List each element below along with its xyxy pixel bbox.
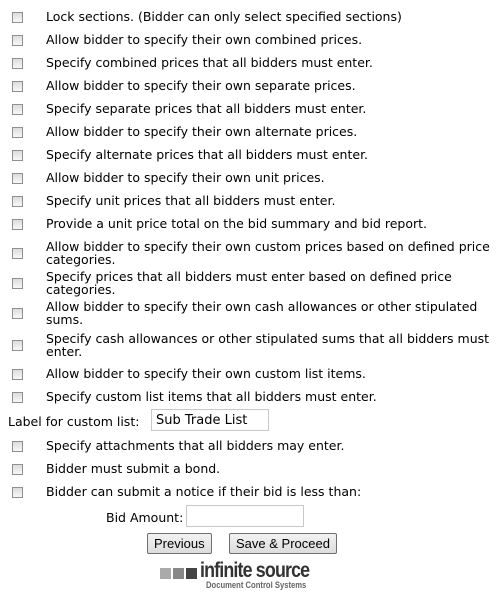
previous-button[interactable]: Previous — [147, 533, 212, 554]
option-checkbox[interactable] — [12, 340, 23, 351]
logo-tagline: Document Control Systems — [206, 580, 307, 590]
option-checkbox[interactable] — [12, 81, 23, 92]
option-label: Specify separate prices that all bidders… — [46, 101, 367, 116]
logo-square-icon — [160, 568, 171, 579]
custom-list-label: Label for custom list: — [8, 414, 140, 429]
option-label: Specify attachments that all bidders may… — [46, 438, 345, 453]
option-label: Allow bidder to specify their own custom… — [46, 239, 490, 267]
bid-amount-input[interactable] — [186, 505, 304, 527]
option-checkbox[interactable] — [12, 392, 23, 403]
option-checkbox[interactable] — [12, 35, 23, 46]
option-checkbox[interactable] — [12, 487, 23, 498]
option-label: Provide a unit price total on the bid su… — [46, 216, 428, 231]
option-checkbox[interactable] — [12, 58, 23, 69]
custom-list-input[interactable] — [151, 409, 269, 431]
option-checkbox[interactable] — [12, 127, 23, 138]
option-checkbox[interactable] — [12, 248, 23, 259]
logo-square-icon — [186, 568, 197, 579]
option-checkbox[interactable] — [12, 104, 23, 115]
option-label: Specify custom list items that all bidde… — [46, 389, 377, 404]
option-checkbox[interactable] — [12, 196, 23, 207]
option-label: Specify alternate prices that all bidder… — [46, 147, 369, 162]
option-label: Allow bidder to specify their own altern… — [46, 124, 358, 139]
logo: infinite source Document Control Systems — [160, 559, 330, 593]
bid-amount-label: Bid Amount: — [106, 510, 184, 525]
option-label: Bidder can submit a notice if their bid … — [46, 484, 362, 499]
option-label: Specify unit prices that all bidders mus… — [46, 193, 336, 208]
option-label: Specify prices that all bidders must ent… — [46, 269, 452, 297]
option-label: Allow bidder to specify their own separa… — [46, 78, 356, 93]
option-label: Specify combined prices that all bidders… — [46, 55, 373, 70]
option-checkbox[interactable] — [12, 12, 23, 23]
option-checkbox[interactable] — [12, 219, 23, 230]
option-label: Allow bidder to specify their own unit p… — [46, 170, 325, 185]
option-label: Allow bidder to specify their own combin… — [46, 32, 363, 47]
option-checkbox[interactable] — [12, 150, 23, 161]
option-checkbox[interactable] — [12, 441, 23, 452]
option-checkbox[interactable] — [12, 369, 23, 380]
option-checkbox[interactable] — [12, 173, 23, 184]
option-checkbox[interactable] — [12, 464, 23, 475]
option-label: Allow bidder to specify their own cash a… — [46, 299, 478, 327]
option-label: Lock sections. (Bidder can only select s… — [46, 9, 402, 24]
option-label: Allow bidder to specify their own custom… — [46, 366, 366, 381]
option-checkbox[interactable] — [12, 278, 23, 289]
logo-square-icon — [173, 568, 184, 579]
option-checkbox[interactable] — [12, 308, 23, 319]
option-label: Specify cash allowances or other stipula… — [46, 331, 490, 359]
option-label: Bidder must submit a bond. — [46, 461, 221, 476]
save-proceed-button[interactable]: Save & Proceed — [229, 533, 337, 554]
